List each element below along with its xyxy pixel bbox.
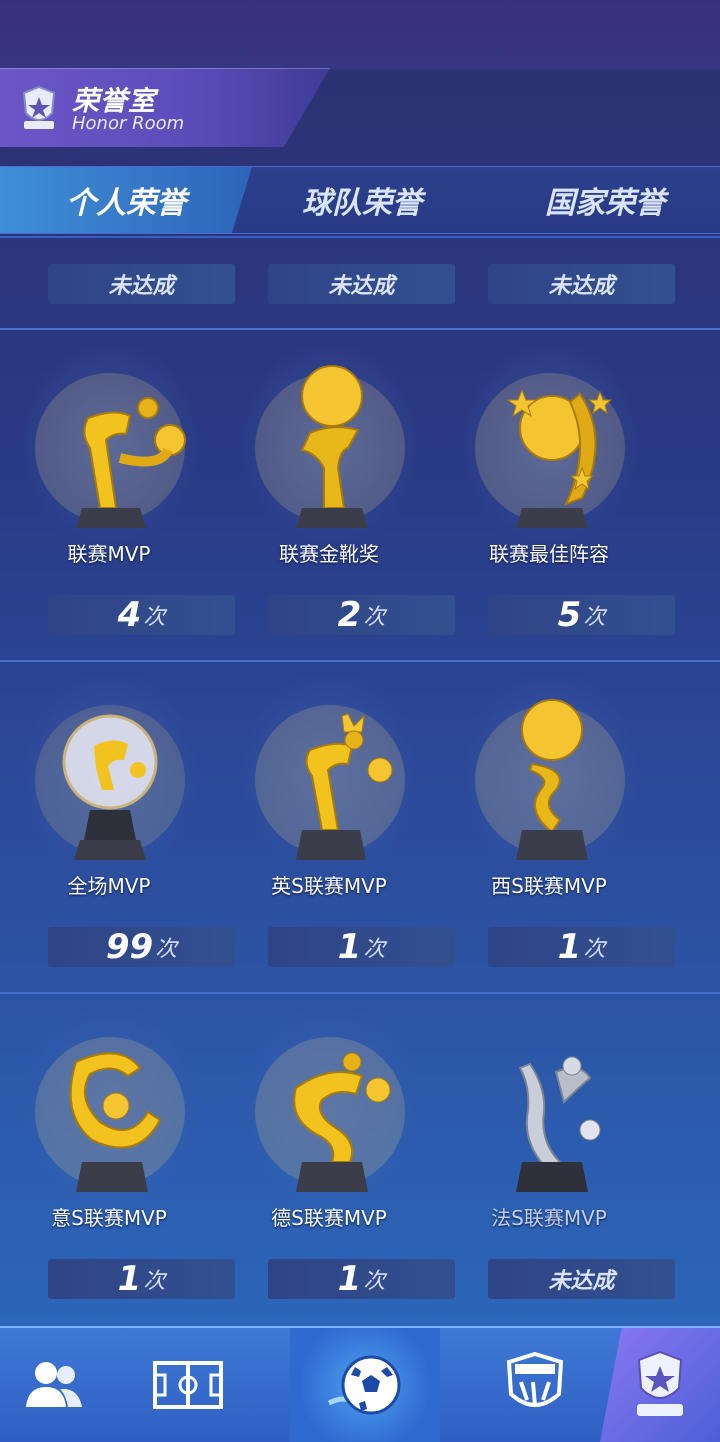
- trophy-name: 意S联赛MVP: [51, 1206, 167, 1230]
- trophy-name: 全场MVP: [67, 874, 151, 898]
- count-unit: 次: [363, 1269, 386, 1294]
- crystal-ball-trophy-icon: [35, 705, 185, 860]
- status-badge: 未达成: [268, 264, 455, 304]
- count-unit: 次: [363, 937, 386, 962]
- silver-player-trophy-icon: [516, 1056, 601, 1192]
- trophy-icon: [637, 1350, 683, 1416]
- trophy-count: 4: [117, 595, 142, 635]
- nav-field-button[interactable]: [130, 1328, 245, 1442]
- honor-tabs: 个人荣誉 球队荣誉 国家荣誉: [0, 166, 720, 234]
- player-ball-trophy-icon: [255, 1037, 405, 1192]
- trophy-count-badge: 1次: [488, 927, 675, 967]
- count-unit: 次: [363, 605, 386, 630]
- trophy-name: 法S联赛MVP: [491, 1206, 607, 1230]
- trophy-count: 2: [337, 595, 362, 635]
- crown-player-trophy-icon: [255, 705, 405, 860]
- trophy-card[interactable]: 联赛最佳阵容 5次: [440, 330, 675, 660]
- tab-team-honor[interactable]: 球队荣誉: [252, 167, 472, 233]
- trophy-grid: 未达成 未达成 未达成 联赛MVP 4次 联赛金靴奖 2 次 联赛最佳阵容 5 …: [0, 236, 720, 1326]
- trophy-image: [240, 1002, 420, 1212]
- trophy-image: [20, 338, 200, 548]
- trophy-image: [240, 338, 420, 548]
- trophy-count-badge: 1次: [268, 1259, 455, 1299]
- club-shield-icon: [506, 1352, 564, 1407]
- status-cell: 未达成: [0, 238, 235, 328]
- nav-trophy-button[interactable]: [600, 1328, 720, 1442]
- trophy-count: 5: [557, 595, 582, 635]
- trophy-name: 联赛金靴奖: [279, 542, 379, 566]
- nav-match-button[interactable]: [290, 1328, 440, 1442]
- trophy-card[interactable]: 法S联赛MVP 未达成: [440, 994, 675, 1324]
- player-kick-trophy-icon: [35, 373, 186, 528]
- tab-national-honor[interactable]: 国家荣誉: [500, 167, 710, 233]
- trophy-card[interactable]: 西S联赛MVP 1次: [440, 662, 675, 992]
- nav-players-button[interactable]: [0, 1328, 110, 1442]
- tab-personal-honor[interactable]: 个人荣誉: [0, 167, 252, 233]
- trophy-image: [20, 670, 200, 880]
- stars-ball-trophy-icon: [475, 373, 625, 528]
- trophy-name: 西S联赛MVP: [491, 874, 607, 898]
- trophy-row: 联赛MVP 4次 联赛金靴奖 2次 联赛最佳阵容 5 次: [0, 330, 720, 662]
- trophy-count: 1: [557, 927, 582, 967]
- trophy-status-badge: 未达成: [488, 1259, 675, 1299]
- trophy-count-badge: 1次: [268, 927, 455, 967]
- top-background: [0, 0, 720, 70]
- trophy-count: 1: [337, 927, 362, 967]
- field-icon: [152, 1361, 223, 1409]
- trophy-image: [460, 338, 640, 548]
- page-subtitle: Honor Room: [72, 113, 185, 134]
- count-unit: 次: [583, 605, 606, 630]
- trophy-card[interactable]: 德S联赛MVP 1次: [220, 994, 455, 1324]
- status-row: 未达成 未达成 未达成: [0, 238, 720, 330]
- golden-boot-trophy-icon: [255, 365, 405, 528]
- trophy-name: 德S联赛MVP: [271, 1206, 387, 1230]
- bottom-navigation: [0, 1326, 720, 1442]
- trophy-card[interactable]: 英S联赛MVP 1次: [220, 662, 455, 992]
- status-badge: 未达成: [488, 264, 675, 304]
- trophy-name: 联赛最佳阵容: [489, 542, 609, 566]
- trophy-card[interactable]: 意S联赛MVP 1次: [0, 994, 235, 1324]
- trophy-count-badge: 1次: [48, 1259, 235, 1299]
- trophy-image: [240, 670, 420, 880]
- players-icon: [26, 1362, 82, 1407]
- trophy-name: 联赛MVP: [67, 542, 151, 566]
- trophy-count: 99: [105, 927, 154, 967]
- count-unit: 次: [143, 605, 166, 630]
- trophy-count: 1: [337, 1259, 362, 1299]
- count-unit: 次: [143, 1269, 166, 1294]
- trophy-name: 英S联赛MVP: [271, 874, 387, 898]
- trophy-card[interactable]: 全场MVP 99 次: [0, 662, 235, 992]
- football-icon: [327, 1355, 401, 1415]
- trophy-card[interactable]: 联赛MVP 4次: [0, 330, 235, 660]
- trophy-image: [20, 1002, 200, 1212]
- trophy-image: [460, 670, 640, 880]
- trophy-row: 意S联赛MVP 1次 德S联赛MVP 1次 法S联赛MVP 未达成: [0, 994, 720, 1324]
- trophy-count-badge: 4次: [48, 595, 235, 635]
- trophy-row: 全场MVP 99 次 英S联赛MVP 1次 西S联赛MVP 1 次: [0, 662, 720, 994]
- swirl-ball-trophy-icon: [35, 1037, 185, 1192]
- status-badge: 未达成: [48, 264, 235, 304]
- trophy-emblem-icon: [22, 85, 56, 129]
- status-cell: 未达成: [220, 238, 455, 328]
- trophy-image: [460, 1002, 640, 1212]
- status-cell: 未达成: [440, 238, 675, 328]
- trophy-card[interactable]: 联赛金靴奖 2次: [220, 330, 455, 660]
- trophy-count-badge: 5次: [488, 595, 675, 635]
- nav-club-button[interactable]: [480, 1328, 590, 1442]
- trophy-count-badge: 99 次: [48, 927, 235, 967]
- count-unit: 次: [155, 937, 178, 962]
- ball-spiral-trophy-icon: [475, 699, 625, 860]
- count-unit: 次: [583, 937, 606, 962]
- trophy-count: 1: [117, 1259, 142, 1299]
- honor-room-header: 荣誉室 Honor Room: [0, 68, 330, 147]
- trophy-count-badge: 2次: [268, 595, 455, 635]
